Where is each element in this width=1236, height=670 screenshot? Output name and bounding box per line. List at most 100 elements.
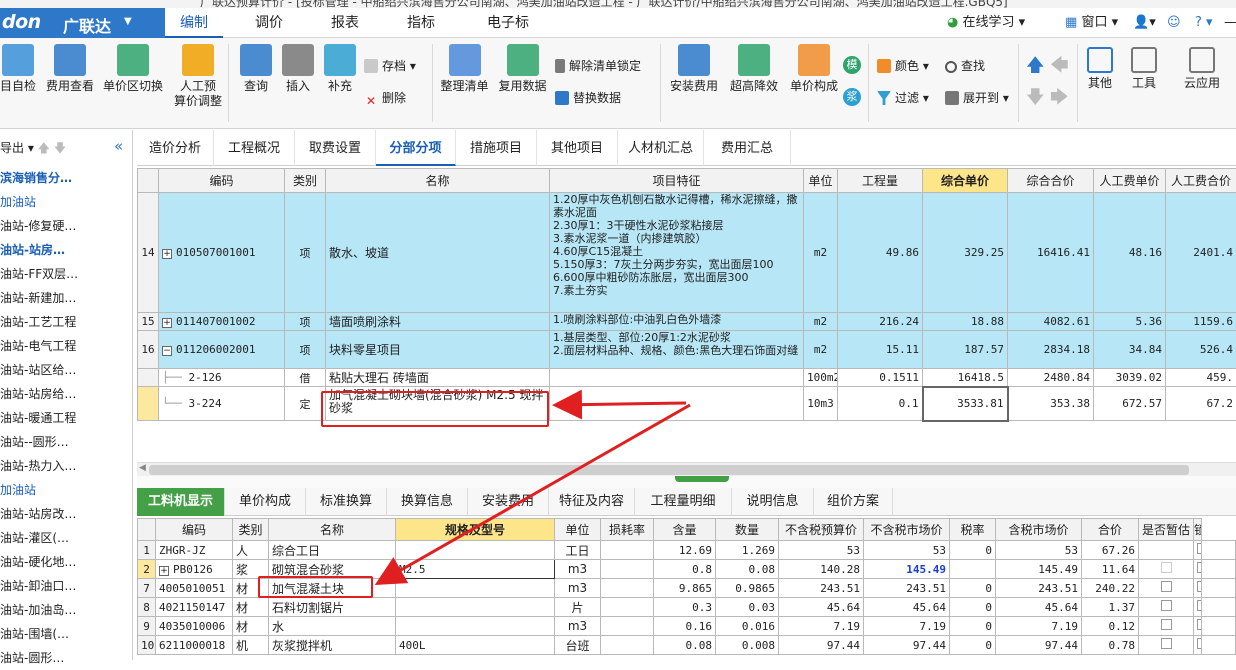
resource-cell-tax_market[interactable]: 45.64 — [996, 598, 1082, 617]
tree-item[interactable]: 油站-站区给… — [0, 358, 76, 382]
tree-item[interactable]: 油站-修复硬… — [0, 214, 76, 238]
resource-cell-est[interactable] — [1139, 617, 1194, 636]
resource-header[interactable]: 名称 — [269, 519, 396, 541]
resource-cell-spec[interactable]: M2.5 — [396, 560, 555, 579]
resource-header[interactable]: 含税市场价 — [996, 519, 1082, 541]
ribbon-button-1[interactable]: 费用查看 — [40, 40, 100, 94]
resource-cell-qty[interactable]: 0.016 — [716, 617, 779, 636]
resource-cell-budget[interactable]: 53 — [779, 541, 864, 560]
expand-toggle-icon[interactable]: + — [162, 249, 172, 259]
tree-item[interactable]: 滨海销售分… — [0, 166, 72, 190]
grid-cell-uprice[interactable]: 329.25 — [923, 193, 1008, 313]
grid-cell-qty[interactable]: 0.1 — [838, 387, 923, 421]
grid-cell-no[interactable] — [138, 369, 159, 387]
resource-cell-content[interactable]: 9.865 — [654, 579, 716, 598]
menu-tab-4[interactable]: 电子标 — [468, 8, 548, 38]
detail-tab-7[interactable]: 说明信息 — [732, 488, 814, 516]
checkbox[interactable] — [1161, 562, 1172, 573]
grid-cell-total[interactable]: 2834.18 — [1008, 331, 1094, 369]
resource-header[interactable]: 是否暂估 — [1139, 519, 1194, 541]
resource-cell-no[interactable]: 9 — [138, 617, 156, 636]
grid-cell-unit[interactable]: m2 — [804, 313, 838, 331]
tree-item[interactable]: 油站-新建加… — [0, 286, 76, 310]
resource-cell-loss[interactable] — [601, 598, 654, 617]
tree-item[interactable]: 加油站 — [0, 478, 36, 502]
resource-cell-total[interactable]: 1.37 — [1082, 598, 1139, 617]
grid-cell-feature[interactable]: 1.基层类型、部位:20厚1:2水泥砂浆 2.面层材料品种、规格、颜色:黑色大理… — [550, 331, 804, 369]
resource-cell-spec[interactable] — [396, 617, 555, 636]
resource-cell-lock[interactable] — [1194, 636, 1202, 655]
tree-item[interactable]: 油站-电气工程 — [0, 334, 76, 358]
resource-header[interactable]: 含量 — [654, 519, 716, 541]
resource-cell-code[interactable]: ZHGR-JZ — [156, 541, 233, 560]
resource-cell-qty[interactable]: 0.9865 — [716, 579, 779, 598]
resource-cell-qty[interactable]: 1.269 — [716, 541, 779, 560]
grid-cell-qty[interactable]: 0.1511 — [838, 369, 923, 387]
grid-cell-total[interactable]: 353.38 — [1008, 387, 1094, 421]
grid-cell-qty[interactable]: 15.11 — [838, 331, 923, 369]
resource-cell-market[interactable]: 7.19 — [864, 617, 950, 636]
move-left-icon[interactable]: 🡄 — [1050, 56, 1069, 76]
checkbox[interactable] — [1161, 619, 1172, 630]
grid-cell-type[interactable]: 项 — [285, 331, 326, 369]
sub-tab-5[interactable]: 其他项目 — [537, 130, 618, 166]
grid-cell-unit[interactable]: 100m2 — [804, 369, 838, 387]
sub-tab-3[interactable]: 分部分项 — [376, 130, 456, 166]
tree-item[interactable]: 油站-硬化地… — [0, 550, 76, 574]
splitter-handle[interactable] — [675, 476, 729, 482]
ribbon-button-3[interactable]: 人工预 算价调整 — [168, 40, 228, 109]
detail-tab-3[interactable]: 换算信息 — [387, 488, 468, 516]
resource-cell-tax[interactable]: 0 — [950, 541, 996, 560]
expand-toggle-icon[interactable]: + — [159, 566, 169, 576]
online-learning-button[interactable]: ◕ 在线学习 ▾ — [947, 8, 1025, 38]
tree-item[interactable]: 油站-暖通工程 — [0, 406, 76, 430]
resource-header[interactable]: 类别 — [233, 519, 269, 541]
resource-cell-type[interactable]: 材 — [233, 617, 269, 636]
tree-item[interactable]: 油站-站房给… — [0, 382, 76, 406]
tree-item[interactable]: 油站-灌区(… — [0, 526, 69, 550]
resource-cell-est[interactable] — [1139, 598, 1194, 617]
grid-cell-no[interactable]: 16 — [138, 331, 159, 369]
resource-header[interactable]: 不含税预算价 — [779, 519, 864, 541]
pane-splitter[interactable] — [137, 476, 1236, 488]
grid-cell-labor_t[interactable]: 459. — [1166, 369, 1236, 387]
resource-cell-content[interactable]: 12.69 — [654, 541, 716, 560]
grid-cell-feature[interactable]: 1.20厚中灰色机刨石散水记得槽，稀水泥擦缝，撒素水泥面 2.30厚1：3干硬性… — [550, 193, 804, 313]
grid-cell-labor_t[interactable]: 526.4 — [1166, 331, 1236, 369]
unlock-list-button[interactable]: 解除清单锁定 — [555, 56, 641, 76]
detail-tab-8[interactable]: 组价方案 — [814, 488, 893, 516]
resource-cell-code[interactable]: 6211000018 — [156, 636, 233, 655]
resource-cell-loss[interactable] — [601, 636, 654, 655]
move-up-icon[interactable]: 🡅 — [1026, 56, 1045, 76]
resource-cell-total[interactable]: 11.64 — [1082, 560, 1139, 579]
resource-cell-name[interactable]: 水 — [269, 617, 396, 636]
grid-cell-total[interactable]: 16416.41 — [1008, 193, 1094, 313]
resource-cell-code[interactable]: +PB0126 — [156, 560, 233, 579]
tree-item[interactable]: 加油站 — [0, 190, 36, 214]
grid-cell-labor_t[interactable]: 67.2 — [1166, 387, 1236, 421]
resource-header[interactable]: 不含税市场价 — [864, 519, 950, 541]
grid-cell-name[interactable]: 粘贴大理石 砖墙面 — [326, 369, 550, 387]
grid-cell-qty[interactable]: 216.24 — [838, 313, 923, 331]
resource-cell-no[interactable]: 8 — [138, 598, 156, 617]
resource-cell-market[interactable]: 53 — [864, 541, 950, 560]
resource-cell-market[interactable]: 243.51 — [864, 579, 950, 598]
grid-cell-feature[interactable]: 1.喷刷涂料部位:中油乳白色外墙漆 — [550, 313, 804, 331]
sub-tab-0[interactable]: 造价分析 — [137, 130, 214, 166]
menu-tab-3[interactable]: 指标 — [392, 8, 450, 38]
grid-cell-no[interactable]: 14 — [138, 193, 159, 313]
mortar-badge[interactable]: 浆 — [843, 88, 861, 106]
grid-cell-type[interactable]: 定 — [285, 387, 326, 421]
scroll-left-icon[interactable]: ◀ — [139, 463, 146, 473]
resource-header[interactable]: 数量 — [716, 519, 779, 541]
resource-cell-spec[interactable] — [396, 541, 555, 560]
resource-cell-content[interactable]: 0.08 — [654, 636, 716, 655]
ribbon-button-13[interactable]: 工具 — [1126, 40, 1162, 91]
grid-header[interactable]: 综合合价 — [1008, 169, 1094, 193]
resource-cell-unit[interactable]: m3 — [555, 560, 601, 579]
app-logo[interactable]: don 广联达 ▼ — [0, 8, 165, 38]
ribbon-button-2[interactable]: 单价区切换 — [100, 40, 166, 94]
grid-cell-uprice[interactable]: 3533.81 — [923, 387, 1008, 421]
resource-cell-tax[interactable] — [950, 560, 996, 579]
resource-cell-qty[interactable]: 0.08 — [716, 560, 779, 579]
